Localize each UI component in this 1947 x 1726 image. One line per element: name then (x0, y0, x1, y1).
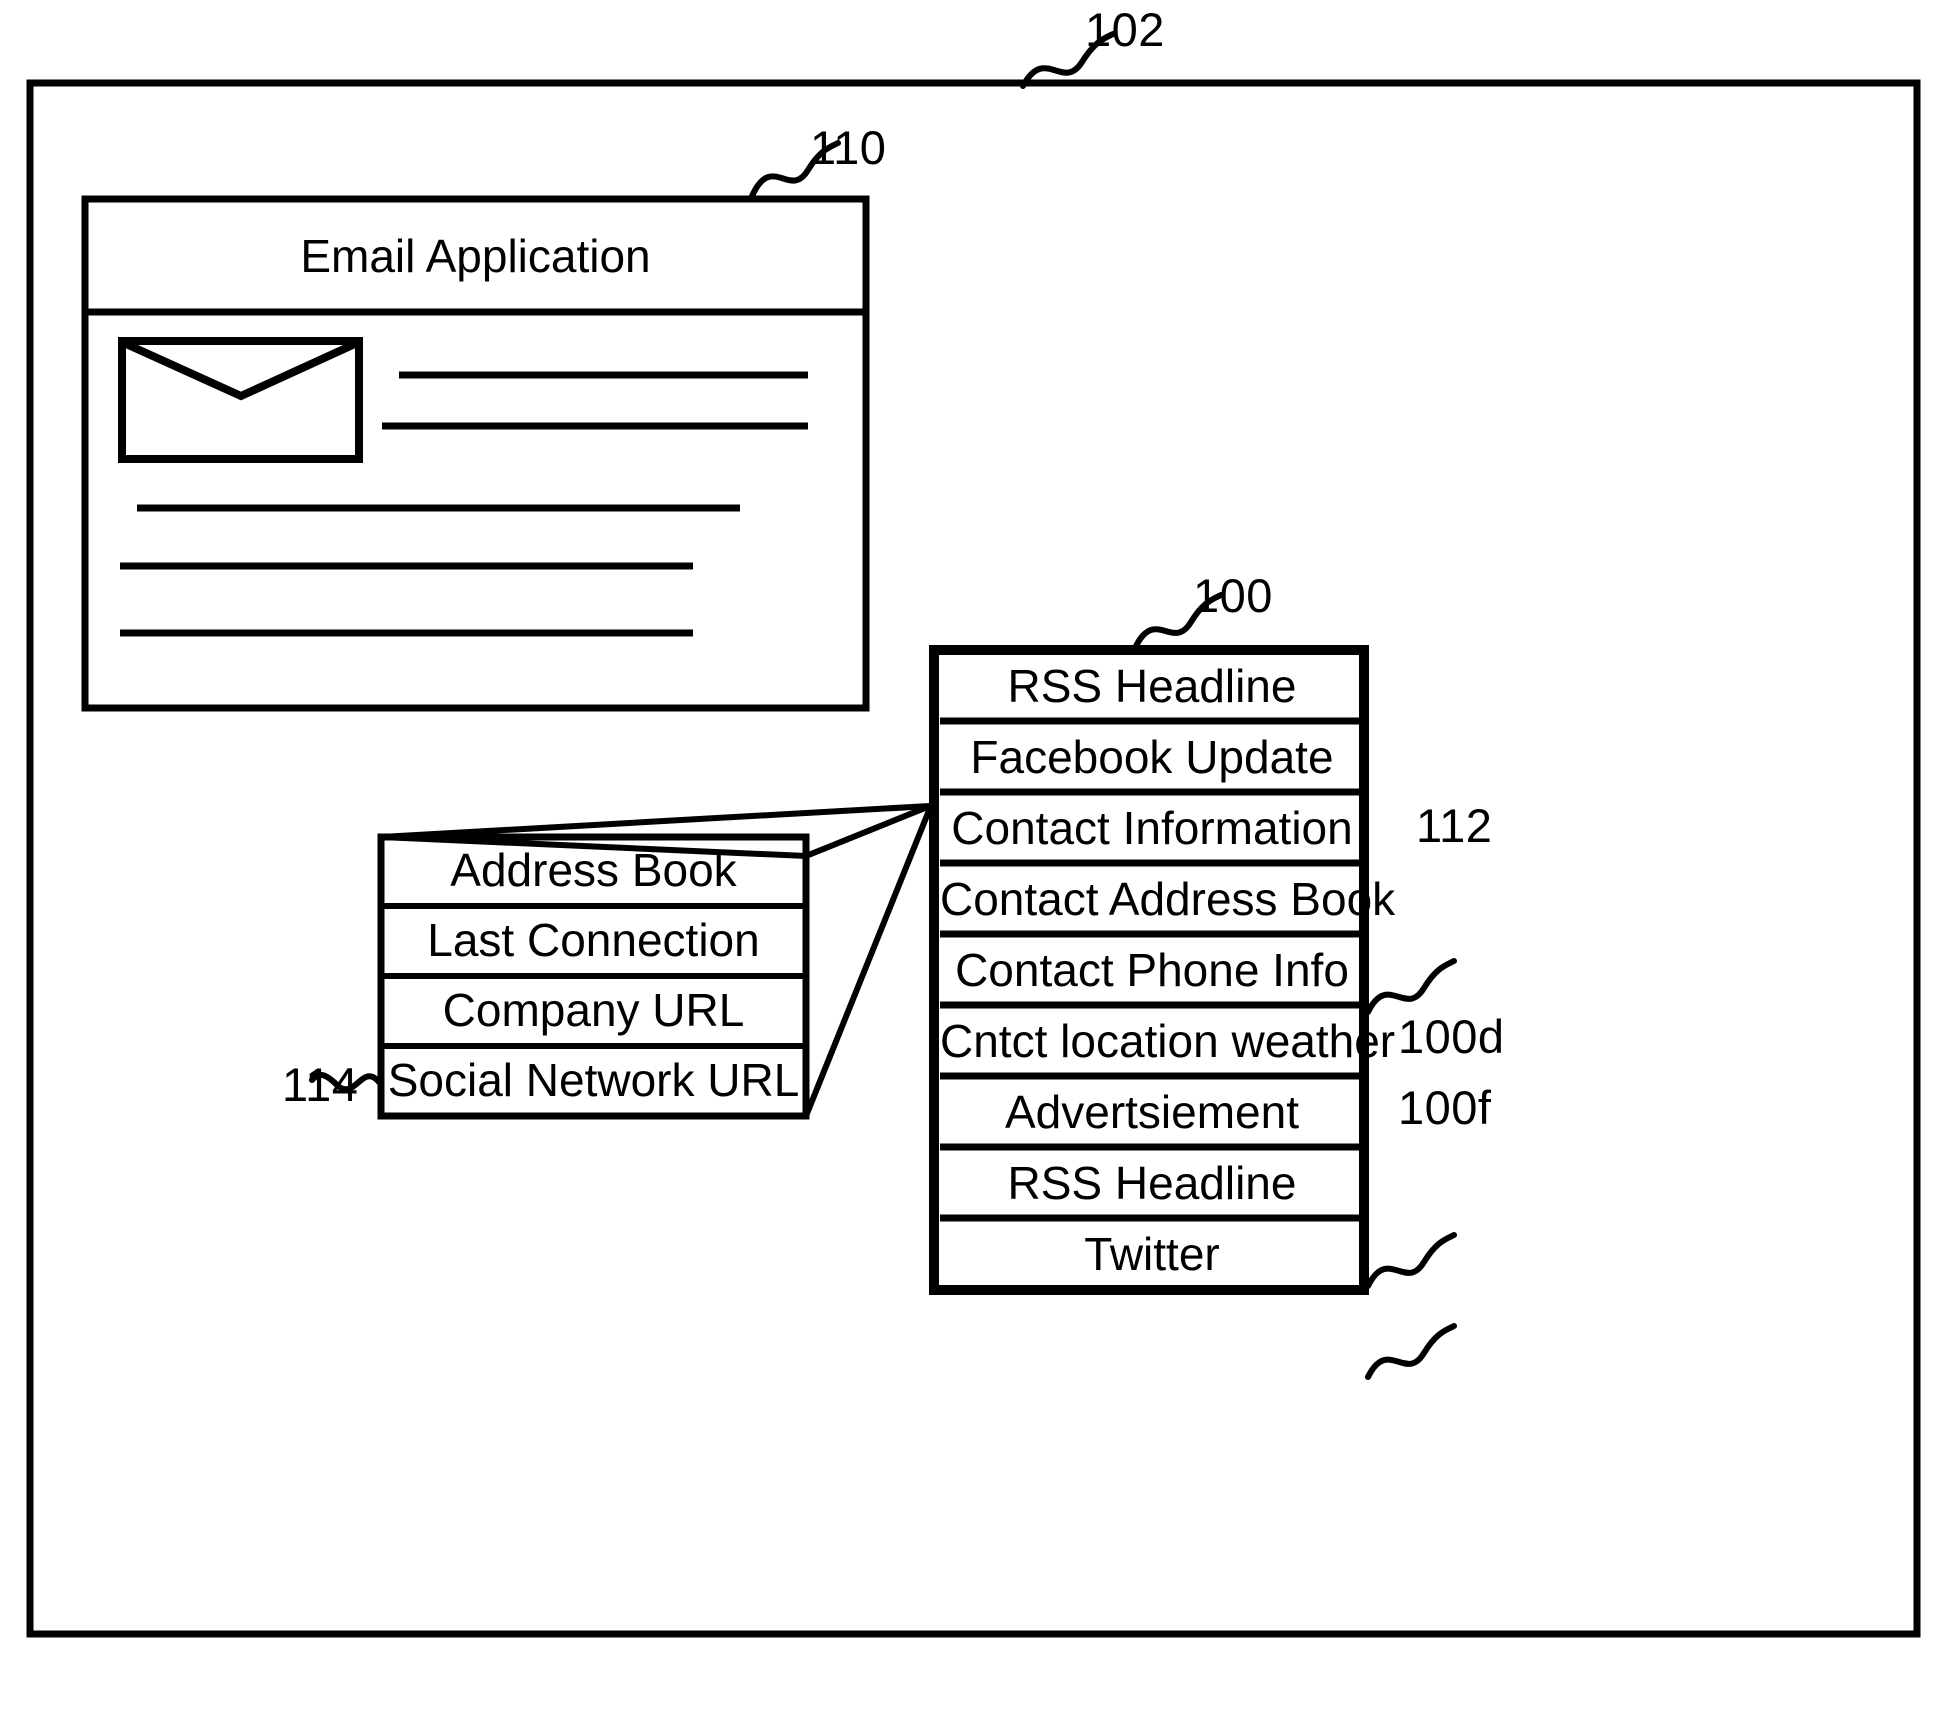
ref-numeral-100: 100 (1193, 569, 1273, 622)
feed-list-row-6: Advertsiement (1004, 1086, 1299, 1138)
patent-figure: 102 110 100 112 100d 100f 114 Email Appl… (0, 0, 1947, 1726)
address-book-row-2: Company URL (442, 984, 745, 1036)
feed-list-row-2: Contact Information (951, 802, 1353, 854)
feed-list-row-4: Contact Phone Info (955, 944, 1349, 996)
feed-list-row-3: Contact Address Book (940, 873, 1396, 925)
leader-squiggle-100d (1365, 1232, 1457, 1289)
address-book-row-3: Social Network URL (387, 1054, 800, 1106)
feed-list-row-5: Cntct location weather (940, 1015, 1396, 1067)
leader-squiggle-100f (1365, 1323, 1457, 1380)
outer-frame (26, 79, 1921, 1638)
address-book-row-0: Address Book (450, 844, 737, 896)
feed-list-row-1: Facebook Update (970, 731, 1334, 783)
address-book-row-1: Last Connection (427, 914, 760, 966)
connector-cone-top (380, 803, 931, 840)
ref-numeral-100f: 100f (1398, 1081, 1492, 1134)
connector-cone-bottom (803, 806, 933, 1118)
ref-numeral-100d: 100d (1398, 1010, 1505, 1063)
ref-numeral-102: 102 (1085, 3, 1165, 56)
leader-squiggle-112 (1365, 958, 1457, 1015)
envelope-icon-flap (122, 339, 359, 401)
ref-numeral-110: 110 (810, 121, 887, 174)
feed-list-row-8: Twitter (1084, 1228, 1220, 1280)
ref-numeral-112: 112 (1416, 799, 1493, 852)
email-application-title: Email Application (300, 230, 651, 282)
feed-list-row-0: RSS Headline (1007, 660, 1297, 712)
ref-numeral-114: 114 (282, 1058, 359, 1111)
feed-list-row-7: RSS Headline (1007, 1157, 1297, 1209)
